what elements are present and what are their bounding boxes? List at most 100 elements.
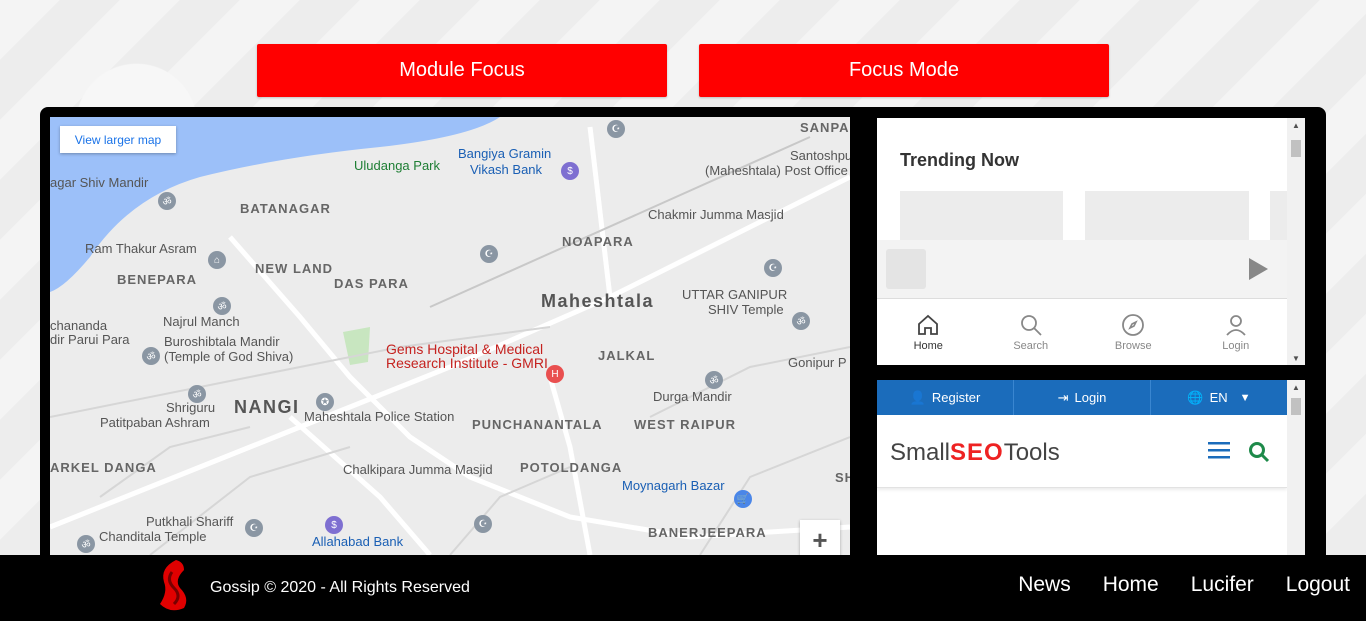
- register-label: Register: [931, 390, 981, 405]
- map-place-label: Allahabad Bank: [312, 534, 404, 549]
- footer-link-lucifer[interactable]: Lucifer: [1191, 573, 1254, 597]
- home-icon: [918, 314, 939, 335]
- hamburger-menu-icon[interactable]: [1208, 441, 1230, 459]
- map-place-label: dir Parui Para: [50, 332, 130, 347]
- mosque-icon[interactable]: ☪: [474, 515, 492, 533]
- temple-icon[interactable]: ॐ: [705, 371, 723, 389]
- mosque-icon[interactable]: ☪: [480, 245, 498, 263]
- bank-icon[interactable]: $: [325, 516, 343, 534]
- scroll-thumb[interactable]: [1291, 398, 1301, 415]
- footer-nav: News Home Lucifer Logout: [1018, 573, 1350, 597]
- gossip-logo-icon[interactable]: [154, 558, 194, 614]
- nav-search[interactable]: Search: [980, 299, 1083, 365]
- scroll-thumb[interactable]: [1291, 140, 1301, 157]
- map-place-label: Buroshibtala Mandir: [164, 334, 280, 349]
- map-place-label: Moynagarh Bazar: [622, 478, 725, 493]
- map-place-label: Chakmir Jumma Masjid: [648, 207, 784, 222]
- globe-icon: 🌐: [1187, 389, 1204, 405]
- map-place-label: Patitpaban Ashram: [100, 415, 210, 430]
- map-place-label: Gonipur P: [788, 355, 847, 370]
- zoom-in-button[interactable]: +: [800, 520, 840, 555]
- scroll-up-icon[interactable]: ▲: [1287, 118, 1305, 132]
- map-place-label: Najrul Manch: [163, 314, 240, 329]
- temple-icon[interactable]: ॐ: [158, 192, 176, 210]
- map-place-label: ARKEL DANGA: [50, 460, 157, 475]
- map-place-label: NEW LAND: [255, 261, 334, 276]
- map-place-label: JALKAL: [598, 348, 656, 363]
- user-icon: 👤: [909, 389, 926, 405]
- footer-link-home[interactable]: Home: [1103, 573, 1159, 597]
- footer-link-news[interactable]: News: [1018, 573, 1071, 597]
- temple-icon[interactable]: ॐ: [142, 347, 160, 365]
- login-link[interactable]: ⇥ Login: [1014, 380, 1151, 415]
- map-place-label: (Maheshtala) Post Office: [705, 163, 848, 178]
- map-place-label: Gems Hospital & Medical: [386, 341, 544, 357]
- map-place-label: Maheshtala: [541, 291, 655, 311]
- search-icon[interactable]: [1248, 441, 1270, 463]
- map-place-label: NANGI: [234, 397, 300, 417]
- module-focus-button[interactable]: Module Focus: [257, 44, 667, 97]
- scrollbar[interactable]: ▲: [1287, 380, 1305, 555]
- map-place-label: BANERJEEPARA: [648, 525, 767, 540]
- temple-icon[interactable]: ॐ: [77, 535, 95, 553]
- map-place-label: Vikash Bank: [470, 162, 543, 177]
- trending-widget: Trending Now Home Search Browse Login ▲ …: [877, 118, 1305, 365]
- temple-icon[interactable]: ॐ: [213, 297, 231, 315]
- compass-icon: [1122, 313, 1145, 336]
- police-icon[interactable]: ✪: [316, 393, 334, 411]
- map-place-label: chananda: [50, 318, 108, 333]
- view-larger-map-link[interactable]: View larger map: [60, 126, 176, 153]
- nav-label: Home: [913, 339, 943, 352]
- focus-mode-button[interactable]: Focus Mode: [699, 44, 1109, 97]
- register-link[interactable]: 👤 Register: [877, 380, 1014, 415]
- language-label: EN: [1209, 390, 1228, 405]
- map-place-label: BATANAGAR: [240, 201, 331, 216]
- nav-login[interactable]: Login: [1185, 299, 1288, 365]
- temple-icon[interactable]: ॐ: [792, 312, 810, 330]
- search-icon: [1020, 314, 1042, 336]
- map-place-label: BENEPARA: [117, 272, 197, 287]
- map-place-label: DAS PARA: [334, 276, 409, 291]
- language-select[interactable]: 🌐 EN ▼: [1151, 380, 1287, 415]
- login-label: Login: [1074, 390, 1107, 405]
- map-embed[interactable]: AL. Aksha MasjidSANPABangiya GraminVikas…: [50, 117, 850, 555]
- nav-browse[interactable]: Browse: [1082, 299, 1185, 365]
- smallseotools-logo[interactable]: SmallSEOTools: [890, 439, 1060, 467]
- user-icon: [1226, 314, 1246, 336]
- map-place-label: SH: [835, 470, 850, 485]
- player-thumb: [886, 249, 926, 289]
- map-place-label: Maheshtala Police Station: [304, 409, 455, 424]
- map-place-label: SANPA: [800, 120, 850, 135]
- scroll-down-icon[interactable]: ▼: [1287, 351, 1305, 365]
- seo-tools-widget: 👤 Register ⇥ Login 🌐 EN ▼ SmallSEOTools …: [877, 380, 1305, 555]
- nav-label: Browse: [1114, 339, 1152, 352]
- map-place-label: Putkhali Shariff: [146, 514, 234, 529]
- mosque-icon[interactable]: ☪: [245, 519, 263, 537]
- nav-home[interactable]: Home: [877, 299, 980, 365]
- copyright-text: Gossip © 2020 - All Rights Reserved: [210, 579, 470, 596]
- map-place-label: Chalkipara Jumma Masjid: [343, 462, 493, 477]
- scroll-up-icon[interactable]: ▲: [1287, 380, 1305, 394]
- scrollbar[interactable]: ▲ ▼: [1287, 118, 1305, 365]
- temple-icon[interactable]: ॐ: [188, 385, 206, 403]
- skeleton-card: [1085, 191, 1249, 241]
- mosque-icon[interactable]: ☪: [764, 259, 782, 277]
- play-icon[interactable]: [1247, 257, 1269, 281]
- hospital-icon[interactable]: H: [546, 365, 564, 383]
- skeleton-card: [900, 191, 1063, 241]
- park-area: [343, 327, 370, 365]
- nav-label: Login: [1222, 339, 1250, 352]
- mosque-icon[interactable]: ☪: [607, 120, 625, 138]
- map-place-label: WEST RAIPUR: [634, 417, 736, 432]
- bank-icon[interactable]: $: [561, 162, 579, 180]
- temple-icon[interactable]: ⌂: [208, 251, 226, 269]
- seo-header: SmallSEOTools: [877, 415, 1287, 488]
- nav-label: Search: [1013, 339, 1049, 352]
- logo-tools: Tools: [1003, 439, 1060, 466]
- shopping-icon[interactable]: 🛒: [734, 490, 752, 508]
- bottom-nav: Home Search Browse Login: [877, 298, 1287, 365]
- footer-link-logout[interactable]: Logout: [1286, 573, 1350, 597]
- player-bar: [877, 240, 1287, 298]
- map-place-label: UTTAR GANIPUR: [682, 287, 788, 302]
- map-place-label: agar Shiv Mandir: [50, 175, 149, 190]
